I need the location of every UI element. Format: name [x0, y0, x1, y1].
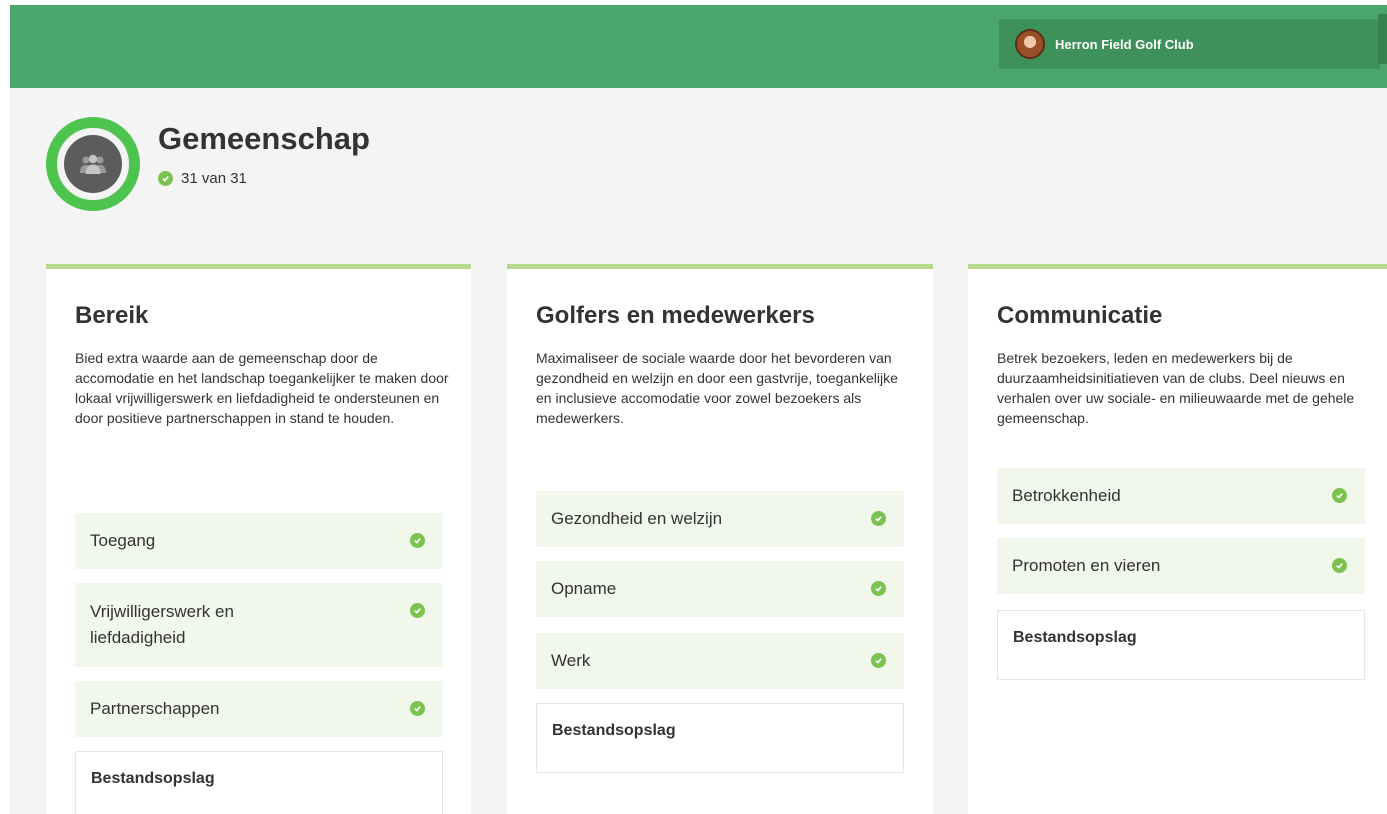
storage-label: Bestandsopslag	[91, 770, 215, 787]
item-label: Betrokkenheid	[1012, 486, 1121, 505]
item-label: Gezondheid en welzijn	[551, 509, 723, 528]
item-werk[interactable]: Werk	[536, 633, 904, 689]
check-circle-icon	[1332, 488, 1347, 503]
check-circle-icon	[871, 581, 886, 596]
card-bereik: Bereik Bied extra waarde aan de gemeensc…	[46, 264, 471, 814]
item-partnerschappen[interactable]: Partnerschappen	[75, 681, 443, 737]
item-vrijwilligerswerk[interactable]: Vrijwilligerswerk en liefdadigheid	[75, 583, 443, 667]
top-bar: Herron Field Golf Club	[10, 5, 1387, 88]
main-content: Gemeenschap 31 van 31 Bereik Bied extra …	[10, 88, 1387, 814]
item-opname[interactable]: Opname	[536, 561, 904, 617]
card-title: Bereik	[75, 302, 149, 329]
storage-label: Bestandsopslag	[552, 722, 676, 739]
item-label: Promoten en vieren	[1012, 556, 1161, 575]
item-label: Werk	[551, 651, 591, 670]
check-circle-icon	[410, 533, 425, 548]
item-gezondheid-en-welzijn[interactable]: Gezondheid en welzijn	[536, 491, 904, 547]
item-label: Partnerschappen	[90, 699, 220, 718]
check-circle-icon	[410, 603, 425, 618]
item-label: Vrijwilligerswerk en liefdadigheid	[90, 602, 234, 647]
card-golfers-en-medewerkers: Golfers en medewerkers Maximaliseer de s…	[507, 264, 933, 814]
header-menu-edge[interactable]	[1378, 14, 1387, 64]
storage-label: Bestandsopslag	[1013, 629, 1137, 646]
card-description: Betrek bezoekers, leden en medewerkers b…	[997, 350, 1355, 426]
file-storage-button[interactable]: Bestandsopslag	[536, 703, 904, 773]
item-toegang[interactable]: Toegang	[75, 513, 443, 569]
check-circle-icon	[410, 701, 425, 716]
check-circle-icon	[158, 171, 173, 186]
item-label: Toegang	[90, 531, 156, 550]
progress-status: 31 van 31	[158, 170, 247, 187]
progress-text: 31 van 31	[181, 170, 247, 187]
club-switcher[interactable]: Herron Field Golf Club	[999, 19, 1380, 69]
check-circle-icon	[871, 653, 886, 668]
file-storage-button[interactable]: Bestandsopslag	[997, 610, 1365, 680]
item-label: Opname	[551, 579, 617, 598]
item-betrokkenheid[interactable]: Betrokkenheid	[997, 468, 1365, 524]
club-name: Herron Field Golf Club	[1055, 36, 1194, 52]
avatar	[1015, 29, 1045, 59]
progress-ring	[46, 117, 140, 211]
card-title: Golfers en medewerkers	[536, 302, 815, 329]
card-description: Bied extra waarde aan de gemeenschap doo…	[75, 350, 449, 426]
check-circle-icon	[871, 511, 886, 526]
card-description: Maximaliseer de sociale waarde door het …	[536, 350, 898, 426]
card-communicatie: Communicatie Betrek bezoekers, leden en …	[968, 264, 1387, 814]
check-circle-icon	[1332, 558, 1347, 573]
card-title: Communicatie	[997, 302, 1163, 329]
users-icon	[64, 135, 122, 193]
file-storage-button[interactable]: Bestandsopslag	[75, 751, 443, 814]
page-title: Gemeenschap	[158, 121, 370, 156]
item-promoten-en-vieren[interactable]: Promoten en vieren	[997, 538, 1365, 594]
